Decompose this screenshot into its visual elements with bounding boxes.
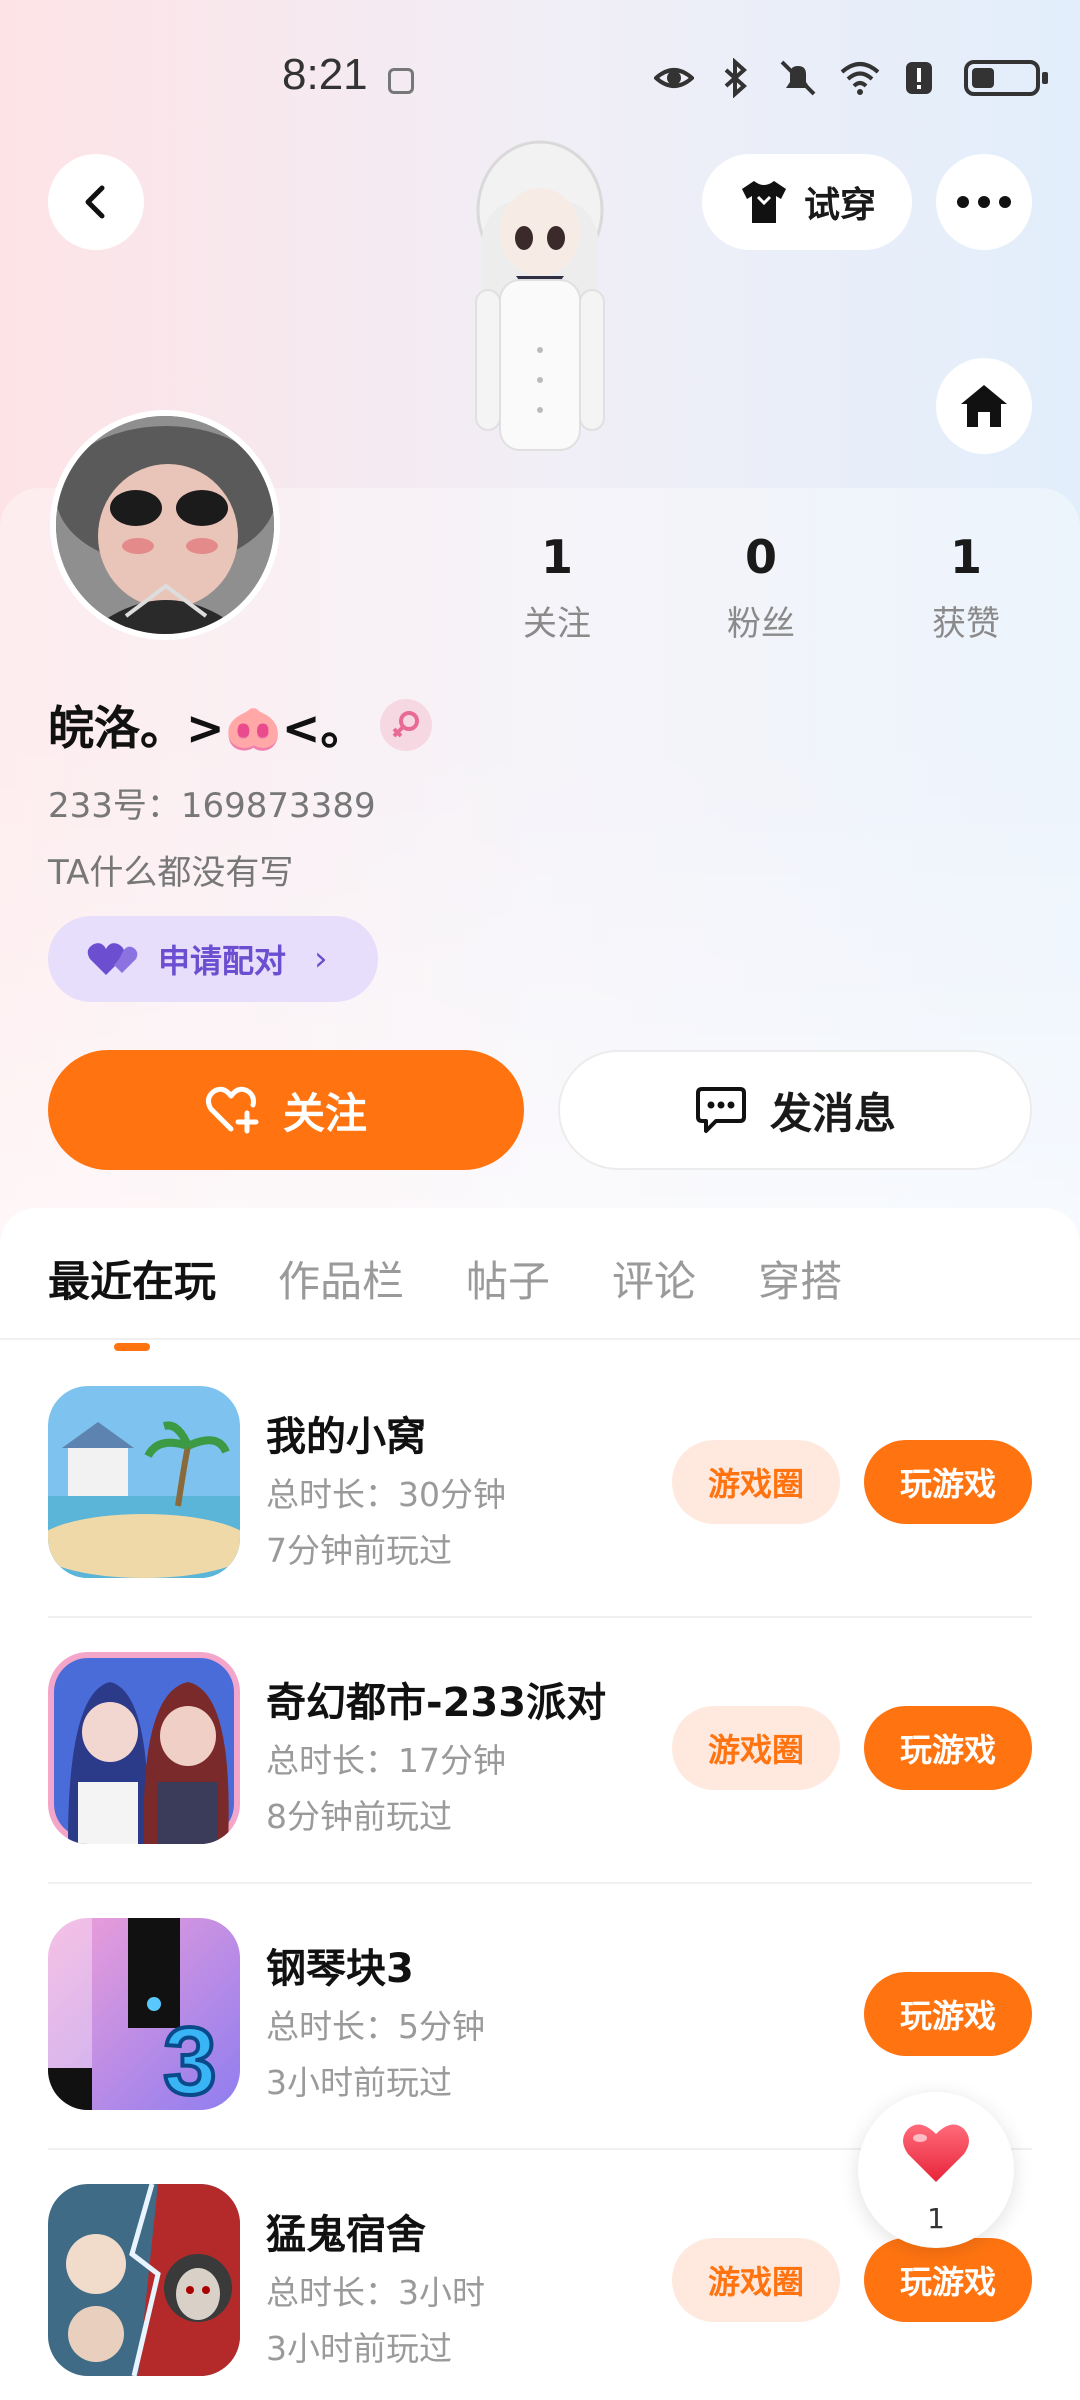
game-duration: 总时长：30分钟 xyxy=(266,1475,506,1514)
request-pair-label: 申请配对 xyxy=(158,942,287,980)
stat-followers[interactable]: 0 粉丝 xyxy=(681,530,841,645)
request-pair-button[interactable]: 申请配对 › xyxy=(48,916,378,1002)
chat-bubble-icon xyxy=(695,1087,746,1133)
tab-outfits[interactable]: 穿搭 xyxy=(758,1248,842,1309)
chevron-left-icon xyxy=(85,185,105,219)
status-time: 8:21 xyxy=(282,50,368,99)
stat-following-label: 关注 xyxy=(523,604,591,644)
game-title: 奇幻都市-233派对 xyxy=(266,1680,607,1726)
tshirt-icon xyxy=(741,181,786,223)
game-duration: 总时长：3小时 xyxy=(266,2273,485,2312)
bluetooth-icon xyxy=(724,58,748,98)
notification-icon xyxy=(388,68,414,94)
chevron-right-icon: › xyxy=(314,939,328,979)
game-duration: 总时长：17分钟 xyxy=(266,1741,506,1780)
game-circle-button[interactable]: 游戏圈 xyxy=(672,2238,840,2322)
row-divider xyxy=(48,1882,1032,1884)
tab-divider xyxy=(0,1338,1080,1340)
mute-bell-icon xyxy=(780,60,816,96)
stat-following-value: 1 xyxy=(540,530,573,584)
home-button[interactable] xyxy=(936,358,1032,454)
play-game-button[interactable]: 玩游戏 xyxy=(864,1972,1032,2056)
tab-recently-played[interactable]: 最近在玩 xyxy=(48,1248,216,1309)
play-game-button[interactable]: 玩游戏 xyxy=(864,1706,1032,1790)
status-bar: 8:21 xyxy=(0,40,1080,120)
avatar-image xyxy=(56,416,274,634)
double-heart-icon xyxy=(87,943,138,975)
game-icon-piano-tiles: 3 xyxy=(48,1918,240,2110)
game-last-played: 3小时前玩过 xyxy=(266,2063,452,2102)
tab-works[interactable]: 作品栏 xyxy=(278,1248,404,1309)
game-last-played: 3小时前玩过 xyxy=(266,2329,452,2368)
play-game-button[interactable]: 玩游戏 xyxy=(864,2238,1032,2322)
game-last-played: 8分钟前玩过 xyxy=(266,1797,452,1836)
svg-text:3: 3 xyxy=(163,2008,216,2110)
stat-followers-value: 0 xyxy=(744,530,777,584)
game-icon-my-home xyxy=(48,1386,240,1578)
game-duration: 总时长：5分钟 xyxy=(266,2007,485,2046)
stat-likes[interactable]: 1 获赞 xyxy=(886,530,1046,645)
send-message-button[interactable]: 发消息 xyxy=(558,1050,1032,1170)
stat-likes-label: 获赞 xyxy=(932,604,1000,644)
eye-icon xyxy=(654,68,694,88)
wifi-icon xyxy=(840,62,880,95)
home-icon xyxy=(961,385,1007,427)
list-item-game[interactable]: 3 钢琴块3 总时长：5分钟 3小时前玩过 玩游戏 xyxy=(48,1918,1032,2118)
game-circle-button[interactable]: 游戏圈 xyxy=(672,1440,840,1524)
heart-plus-icon xyxy=(205,1086,259,1134)
try-on-label: 试穿 xyxy=(803,185,876,226)
more-options-button[interactable] xyxy=(936,154,1032,250)
game-circle-button[interactable]: 游戏圈 xyxy=(672,1706,840,1790)
stat-following[interactable]: 1 关注 xyxy=(477,530,637,645)
game-icon-fantasy-city xyxy=(48,1652,240,1844)
list-item-game[interactable]: 奇幻都市-233派对 总时长：17分钟 8分钟前玩过 游戏圈 玩游戏 xyxy=(48,1652,1032,1852)
name-row: 皖洛。>🐽<。 xyxy=(48,692,433,758)
tab-posts[interactable]: 帖子 xyxy=(466,1248,550,1309)
more-dots-icon xyxy=(957,196,1011,208)
play-game-button[interactable]: 玩游戏 xyxy=(864,1440,1032,1524)
game-icon-haunted-dorm xyxy=(48,2184,240,2376)
stat-likes-value: 1 xyxy=(949,530,982,584)
profile-tabs: 最近在玩 作品栏 帖子 评论 穿搭 xyxy=(48,1248,842,1309)
like-count: 1 xyxy=(927,2202,945,2235)
follow-button[interactable]: 关注 xyxy=(48,1050,524,1170)
user-name: 皖洛。>🐽<。 xyxy=(48,701,367,755)
try-on-button[interactable]: 试穿 xyxy=(702,154,912,250)
tab-comments[interactable]: 评论 xyxy=(612,1248,696,1309)
alert-icon xyxy=(906,62,932,94)
follow-label: 关注 xyxy=(282,1088,367,1138)
avatar-character-figure xyxy=(475,140,605,451)
game-title: 钢琴块3 xyxy=(266,1946,414,1992)
floating-like-button[interactable]: 1 xyxy=(858,2092,1014,2248)
status-icons xyxy=(654,58,1048,98)
user-id: 233号：169873389 xyxy=(48,786,376,826)
row-divider xyxy=(48,1616,1032,1618)
battery-icon xyxy=(964,60,1048,96)
game-title: 我的小窝 xyxy=(266,1414,426,1460)
avatar[interactable] xyxy=(50,410,280,640)
back-button[interactable] xyxy=(48,154,144,250)
stat-followers-label: 粉丝 xyxy=(727,604,795,644)
game-last-played: 7分钟前玩过 xyxy=(266,1531,452,1570)
heart-icon xyxy=(903,2124,969,2182)
game-title: 猛鬼宿舍 xyxy=(266,2212,426,2258)
list-item-game[interactable]: 我的小窝 总时长：30分钟 7分钟前玩过 游戏圈 玩游戏 xyxy=(48,1386,1032,1586)
send-message-label: 发消息 xyxy=(769,1088,896,1138)
user-bio: TA什么都没有写 xyxy=(48,853,294,893)
female-gender-icon xyxy=(380,699,433,751)
